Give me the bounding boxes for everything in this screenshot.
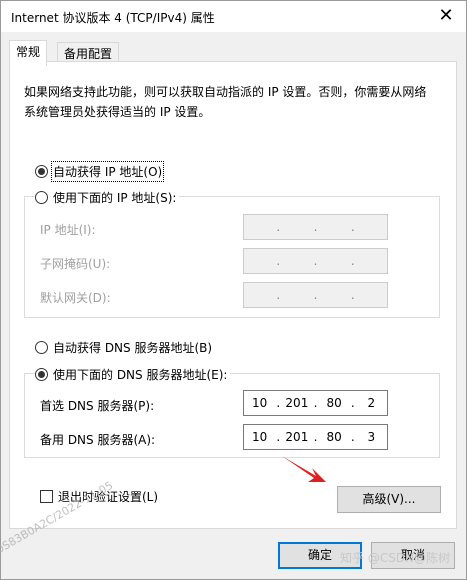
octet-separator: . (276, 288, 281, 302)
title-bar: Internet 协议版本 4 (TCP/IPv4) 属性 ✕ (1, 1, 466, 32)
octet-2: 201 (285, 396, 309, 410)
advanced-button[interactable]: 高级(V)... (337, 486, 441, 513)
ip-address-label: IP 地址(I): (40, 223, 96, 237)
checkbox-indicator (40, 490, 53, 503)
auto-dns-radio[interactable]: 自动获得 DNS 服务器地址(B) (35, 339, 212, 356)
subnet-mask-label: 子网掩码(U): (40, 257, 111, 271)
tab-general[interactable]: 常规 (9, 40, 48, 66)
auto-ip-radio[interactable]: 自动获得 IP 地址(O) (35, 161, 165, 182)
manual-dns-radio[interactable]: 使用下面的 DNS 服务器地址(E): (35, 366, 231, 383)
auto-dns-label: 自动获得 DNS 服务器地址(B) (53, 341, 213, 355)
octet-4: 3 (367, 430, 376, 444)
corner-watermark: 知乎 @CSDN@陈树 (340, 551, 451, 565)
subnet-mask-input[interactable]: . . . (243, 248, 388, 274)
octet-separator: . (350, 288, 355, 302)
ip-address-input[interactable]: . . . (243, 214, 388, 240)
octet-1: 10 (251, 430, 268, 444)
alternate-dns-input[interactable]: 10. 201. 80. 3 (243, 424, 388, 450)
alternate-dns-label: 备用 DNS 服务器(A): (40, 433, 156, 447)
red-arrow-icon (282, 456, 326, 482)
close-icon[interactable]: ✕ (434, 4, 458, 28)
manual-dns-label: 使用下面的 DNS 服务器地址(E): (53, 368, 228, 382)
octet-separator: . (313, 220, 318, 234)
octet-2: 201 (285, 430, 309, 444)
radio-indicator (35, 191, 48, 204)
auto-ip-label: 自动获得 IP 地址(O) (50, 161, 165, 182)
octet-1: 10 (251, 396, 268, 410)
octet-3: 80 (326, 430, 342, 444)
preferred-dns-input[interactable]: 10. 201. 80. 2 (243, 390, 388, 416)
octet-separator: . (313, 254, 318, 268)
radio-indicator (35, 368, 48, 381)
octet-separator: . (313, 288, 318, 302)
default-gateway-input[interactable]: . . . (243, 282, 388, 308)
manual-ip-radio[interactable]: 使用下面的 IP 地址(S): (35, 189, 180, 206)
manual-ip-label: 使用下面的 IP 地址(S): (53, 191, 177, 205)
octet-separator: . (350, 220, 355, 234)
radio-indicator (35, 165, 48, 178)
octet-separator: . (276, 220, 281, 234)
octet-separator: . (276, 254, 281, 268)
octet-separator: . (350, 254, 355, 268)
description-text: 如果网络支持此功能，则可以获取自动指派的 IP 设置。否则，你需要从网络系统管理… (24, 85, 427, 119)
radio-indicator (35, 341, 48, 354)
octet-3: 80 (326, 396, 342, 410)
window-title: Internet 协议版本 4 (TCP/IPv4) 属性 (11, 11, 215, 25)
octet-4: 2 (367, 396, 376, 410)
preferred-dns-label: 首选 DNS 服务器(P): (40, 399, 155, 413)
default-gateway-label: 默认网关(D): (40, 291, 111, 305)
